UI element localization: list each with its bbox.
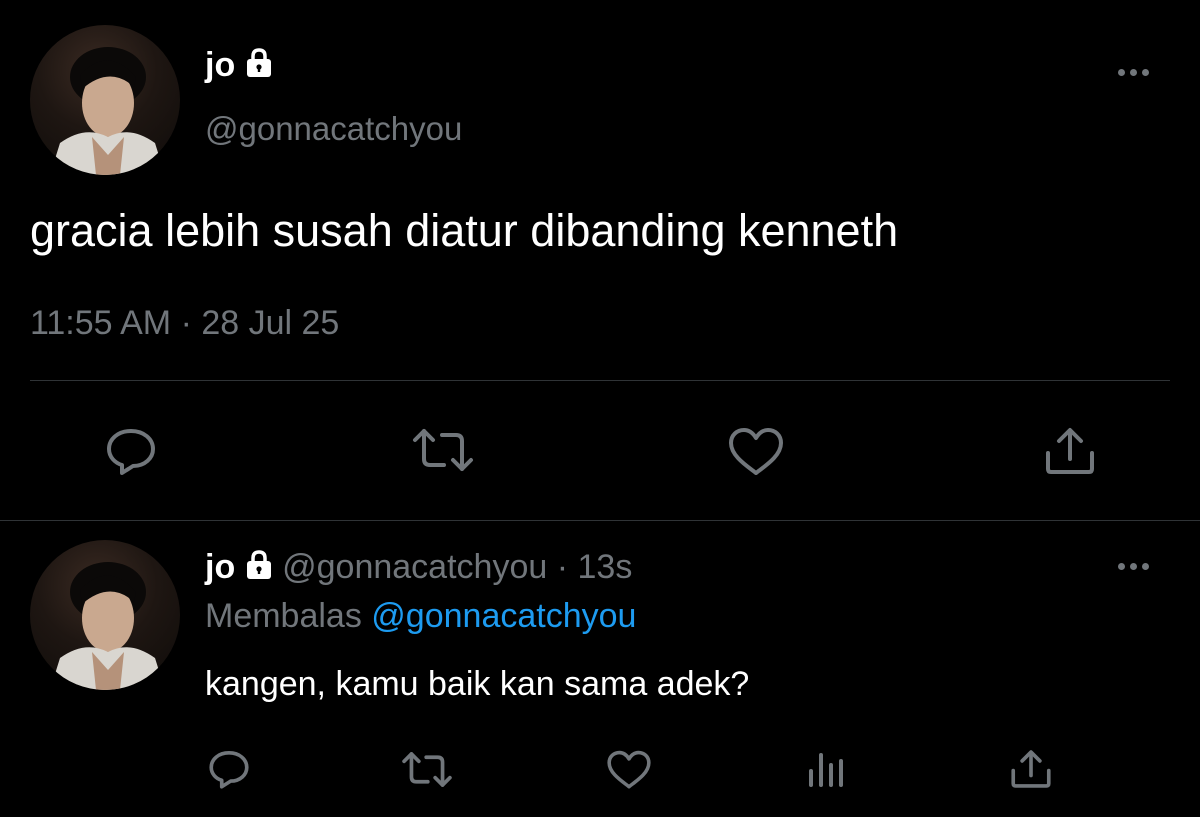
replying-to-link[interactable]: @gonnacatchyou [371,597,636,635]
divider [0,520,1200,521]
reply-icon [209,751,249,789]
lock-icon [245,549,273,589]
replying-to: Membalas @gonnacatchyou [205,597,636,636]
like-icon [729,428,783,475]
retweet-icon [413,429,473,471]
display-name-text: jo [205,46,236,84]
tweet-text: kangen, kamu baik kan sama adek? [205,665,750,703]
reply-button[interactable] [104,425,158,477]
share-button[interactable] [1009,748,1053,790]
share-icon [1011,750,1051,788]
share-button[interactable] [1043,425,1097,477]
avatar-image [50,562,165,690]
like-button[interactable] [727,427,785,477]
more-dot-icon [1118,69,1125,76]
avatar-image [50,47,165,175]
handle[interactable]: @gonnacatchyou [282,548,547,586]
retweet-button[interactable] [410,425,476,475]
time-ago[interactable]: · 13s [557,548,633,586]
more-options-button[interactable] [1118,69,1149,76]
more-dot-icon [1130,69,1137,76]
more-dot-icon [1130,563,1137,570]
reply-button[interactable] [207,748,251,790]
like-icon [607,750,651,789]
timestamp[interactable]: 11:55 AM · 28 Jul 25 [30,304,339,343]
more-options-button[interactable] [1118,563,1149,570]
handle[interactable]: @gonnacatchyou [205,110,462,148]
views-icon [809,753,843,787]
reply-header: jo @gonnacatchyou · 13s [205,548,632,589]
like-button[interactable] [606,750,652,790]
more-dot-icon [1118,563,1125,570]
lock-icon [245,47,273,87]
retweet-icon [402,752,452,787]
share-icon [1046,428,1094,474]
tweet-text: gracia lebih susah diatur dibanding kenn… [30,205,899,256]
more-dot-icon [1142,563,1149,570]
replying-prefix: Membalas [205,597,362,635]
more-dot-icon [1142,69,1149,76]
views-button[interactable] [806,751,848,787]
retweet-button[interactable] [400,749,454,790]
display-name[interactable]: jo [205,548,235,586]
avatar[interactable] [30,540,180,690]
reply-icon [107,429,155,475]
avatar[interactable] [30,25,180,175]
divider [30,380,1170,381]
display-name[interactable]: jo [205,46,273,87]
